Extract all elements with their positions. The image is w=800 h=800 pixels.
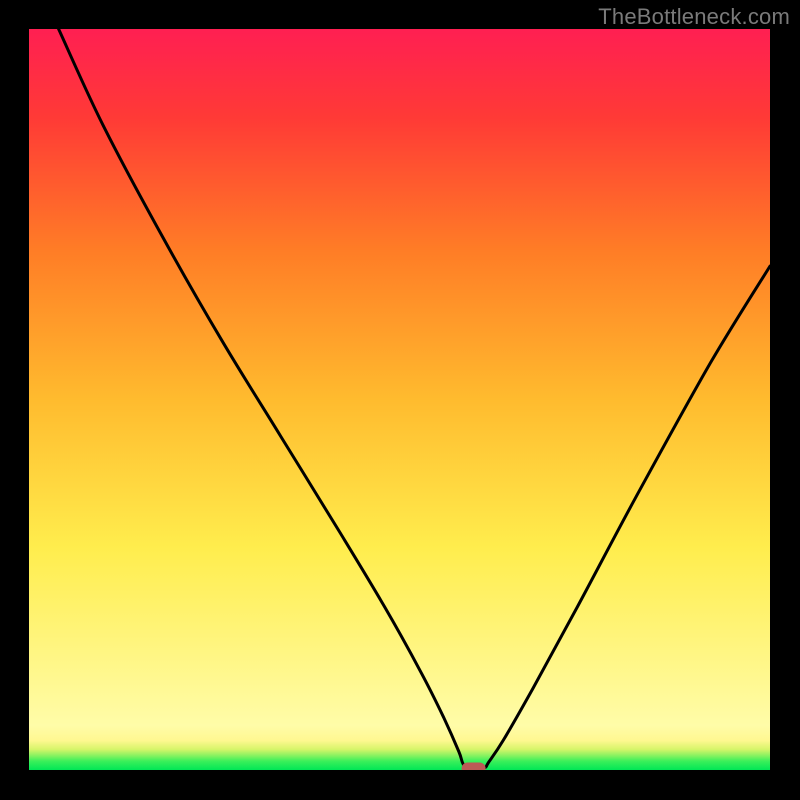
chart-frame: TheBottleneck.com	[0, 0, 800, 800]
gradient-plot-area	[29, 29, 770, 770]
watermark-text: TheBottleneck.com	[598, 4, 790, 30]
